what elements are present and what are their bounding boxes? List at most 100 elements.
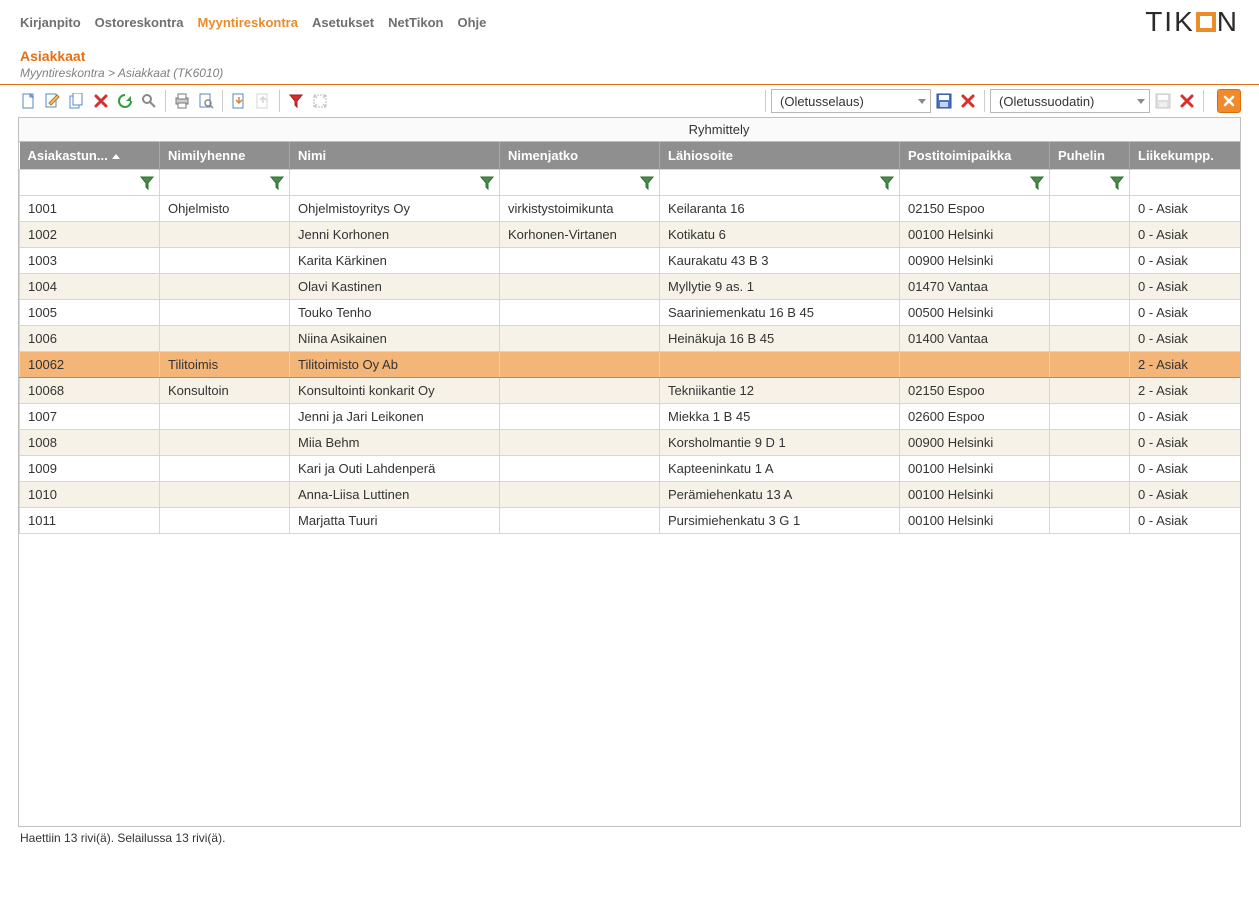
- table-cell: Touko Tenho: [290, 300, 500, 326]
- column-header[interactable]: Nimenjatko: [500, 142, 660, 170]
- edit-icon[interactable]: [42, 90, 64, 112]
- sort-asc-icon: [112, 154, 120, 159]
- table-cell: Tilitoimis: [160, 352, 290, 378]
- column-header[interactable]: Lähiosoite: [660, 142, 900, 170]
- column-header[interactable]: Nimi: [290, 142, 500, 170]
- table-row[interactable]: 1008Miia BehmKorsholmantie 9 D 100900 He…: [20, 430, 1242, 456]
- menu-item-kirjanpito[interactable]: Kirjanpito: [20, 11, 81, 34]
- column-filter-cell[interactable]: [160, 170, 290, 196]
- new-icon[interactable]: [18, 90, 40, 112]
- funnel-icon[interactable]: [139, 175, 155, 194]
- column-header[interactable]: Postitoimipaikka: [900, 142, 1050, 170]
- table-cell: Olavi Kastinen: [290, 274, 500, 300]
- funnel-icon[interactable]: [479, 175, 495, 194]
- funnel-icon[interactable]: [639, 175, 655, 194]
- menu-item-myyntireskontra[interactable]: Myyntireskontra: [198, 11, 298, 34]
- browse-combo[interactable]: (Oletusselaus): [771, 89, 931, 113]
- column-header[interactable]: Nimilyhenne: [160, 142, 290, 170]
- print-icon[interactable]: [171, 90, 193, 112]
- table-row[interactable]: 1004Olavi KastinenMyllytie 9 as. 101470 …: [20, 274, 1242, 300]
- column-filter-cell[interactable]: [1130, 170, 1242, 196]
- browse-combo-value: (Oletusselaus): [780, 94, 864, 109]
- table-row[interactable]: 1007Jenni ja Jari LeikonenMiekka 1 B 450…: [20, 404, 1242, 430]
- table-cell: Ohjelmisto: [160, 196, 290, 222]
- table-cell: Konsultointi konkarit Oy: [290, 378, 500, 404]
- table-row[interactable]: 1001OhjelmistoOhjelmistoyritys Oyvirkist…: [20, 196, 1242, 222]
- table-cell: [160, 482, 290, 508]
- table-cell: Korsholmantie 9 D 1: [660, 430, 900, 456]
- export-icon[interactable]: [228, 90, 250, 112]
- data-grid[interactable]: Ryhmittely Asiakastun...NimilyhenneNimiN…: [18, 117, 1241, 827]
- table-row[interactable]: 1002Jenni KorhonenKorhonen-VirtanenKotik…: [20, 222, 1242, 248]
- table-cell: [500, 508, 660, 534]
- funnel-icon[interactable]: [879, 175, 895, 194]
- table-cell: [1050, 352, 1130, 378]
- table-cell: Kaurakatu 43 B 3: [660, 248, 900, 274]
- menu-item-nettikon[interactable]: NetTikon: [388, 11, 443, 34]
- menu-item-asetukset[interactable]: Asetukset: [312, 11, 374, 34]
- table-row[interactable]: 1003Karita KärkinenKaurakatu 43 B 300900…: [20, 248, 1242, 274]
- table-row[interactable]: 10062TilitoimisTilitoimisto Oy Ab2 - Asi…: [20, 352, 1242, 378]
- column-header[interactable]: Puhelin: [1050, 142, 1130, 170]
- table-cell: Heinäkuja 16 B 45: [660, 326, 900, 352]
- search-icon[interactable]: [138, 90, 160, 112]
- filter-combo[interactable]: (Oletussuodatin): [990, 89, 1150, 113]
- table-cell: 02150 Espoo: [900, 196, 1050, 222]
- print-preview-icon[interactable]: [195, 90, 217, 112]
- table-cell: [160, 222, 290, 248]
- table-cell: 0 - Asiak: [1130, 300, 1242, 326]
- table-cell: [500, 456, 660, 482]
- breadcrumb: Myyntireskontra > Asiakkaat (TK6010): [0, 66, 1259, 85]
- import-icon[interactable]: [252, 90, 274, 112]
- funnel-icon[interactable]: [269, 175, 285, 194]
- table-cell: [160, 300, 290, 326]
- table-cell: Jenni Korhonen: [290, 222, 500, 248]
- table-row[interactable]: 1005Touko TenhoSaariniemenkatu 16 B 4500…: [20, 300, 1242, 326]
- table-row[interactable]: 1010Anna-Liisa LuttinenPerämiehenkatu 13…: [20, 482, 1242, 508]
- table-cell: 02150 Espoo: [900, 378, 1050, 404]
- table-cell: 0 - Asiak: [1130, 456, 1242, 482]
- table-row[interactable]: 1011Marjatta TuuriPursimiehenkatu 3 G 10…: [20, 508, 1242, 534]
- save-browse-icon[interactable]: [933, 90, 955, 112]
- table-cell: 2 - Asiak: [1130, 378, 1242, 404]
- refresh-icon[interactable]: [114, 90, 136, 112]
- copy-icon[interactable]: [66, 90, 88, 112]
- toolbar-left: [18, 90, 331, 112]
- funnel-icon[interactable]: [1029, 175, 1045, 194]
- delete-browse-icon[interactable]: [957, 90, 979, 112]
- table-cell: [160, 456, 290, 482]
- table-cell: 01400 Vantaa: [900, 326, 1050, 352]
- column-filter-cell[interactable]: [1050, 170, 1130, 196]
- table-cell: Ohjelmistoyritys Oy: [290, 196, 500, 222]
- table-cell: [500, 352, 660, 378]
- column-header[interactable]: Asiakastun...: [20, 142, 160, 170]
- save-filter-icon[interactable]: [1152, 90, 1174, 112]
- table-cell: [1050, 196, 1130, 222]
- close-button[interactable]: [1217, 89, 1241, 113]
- column-filter-cell[interactable]: [660, 170, 900, 196]
- column-header[interactable]: Liikekumpp.: [1130, 142, 1242, 170]
- expand-icon[interactable]: [309, 90, 331, 112]
- filter-funnel-icon[interactable]: [285, 90, 307, 112]
- main-menu: Kirjanpito Ostoreskontra Myyntireskontra As…: [20, 11, 486, 34]
- column-filter-cell[interactable]: [900, 170, 1050, 196]
- delete-icon[interactable]: [90, 90, 112, 112]
- table-cell: Kotikatu 6: [660, 222, 900, 248]
- menu-item-ohje[interactable]: Ohje: [458, 11, 487, 34]
- table-cell: [1050, 404, 1130, 430]
- group-header[interactable]: Ryhmittely: [19, 118, 1241, 142]
- funnel-icon[interactable]: [1109, 175, 1125, 194]
- table-cell: Korhonen-Virtanen: [500, 222, 660, 248]
- table-cell: Marjatta Tuuri: [290, 508, 500, 534]
- table-row[interactable]: 1009Kari ja Outi LahdenperäKapteeninkatu…: [20, 456, 1242, 482]
- column-filter-cell[interactable]: [20, 170, 160, 196]
- column-filter-cell[interactable]: [500, 170, 660, 196]
- table-cell: 1004: [20, 274, 160, 300]
- table-cell: Miekka 1 B 45: [660, 404, 900, 430]
- table-row[interactable]: 1006Niina AsikainenHeinäkuja 16 B 450140…: [20, 326, 1242, 352]
- table-row[interactable]: 10068KonsultoinKonsultointi konkarit OyT…: [20, 378, 1242, 404]
- menu-item-ostoreskontra[interactable]: Ostoreskontra: [95, 11, 184, 34]
- table-cell: [500, 430, 660, 456]
- column-filter-cell[interactable]: [290, 170, 500, 196]
- delete-filter-icon[interactable]: [1176, 90, 1198, 112]
